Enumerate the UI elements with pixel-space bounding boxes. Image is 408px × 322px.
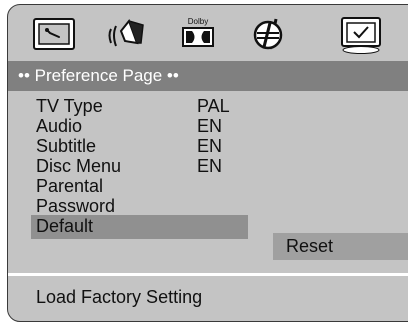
reset-option[interactable]: Reset xyxy=(273,233,408,260)
menu-item-label: Parental xyxy=(36,176,104,196)
menu-item-password[interactable]: Password xyxy=(8,195,408,217)
audio-setup-icon[interactable] xyxy=(103,13,149,55)
menu-item-value: EN xyxy=(197,116,223,136)
preference-setup-icon[interactable] xyxy=(338,13,384,55)
menu-item-tv-type[interactable]: TV Type PAL xyxy=(8,95,408,117)
reset-option-label: Reset xyxy=(286,236,334,256)
dolby-icon-label: Dolby xyxy=(188,17,208,26)
menu-item-audio[interactable]: Audio EN xyxy=(8,115,408,137)
page-title: •• Preference Page •• xyxy=(8,61,408,91)
menu-item-label: Default xyxy=(36,216,94,236)
menu-item-label: Password xyxy=(36,196,116,216)
menu-item-label: Disc Menu xyxy=(36,156,122,176)
help-text: Load Factory Setting xyxy=(36,287,203,307)
setup-icon-bar: Dolby xyxy=(8,5,408,61)
general-setup-icon[interactable] xyxy=(31,13,77,55)
menu-item-parental[interactable]: Parental xyxy=(8,175,408,197)
dolby-setup-icon[interactable]: Dolby xyxy=(175,13,221,55)
menu-item-value: PAL xyxy=(197,96,230,116)
menu-item-label: Subtitle xyxy=(36,136,97,156)
video-setup-icon[interactable] xyxy=(248,13,294,55)
menu-item-disc-menu[interactable]: Disc Menu EN xyxy=(8,155,408,177)
menu-item-value: EN xyxy=(197,156,223,176)
menu-item-label: TV Type xyxy=(36,96,103,116)
menu-item-value: EN xyxy=(197,136,223,156)
menu-item-label: Audio xyxy=(36,116,83,136)
setup-menu-panel: Dolby •• Preference Page •• TV Type PAL … xyxy=(7,4,408,322)
menu-item-subtitle[interactable]: Subtitle EN xyxy=(8,135,408,157)
divider xyxy=(8,273,408,276)
